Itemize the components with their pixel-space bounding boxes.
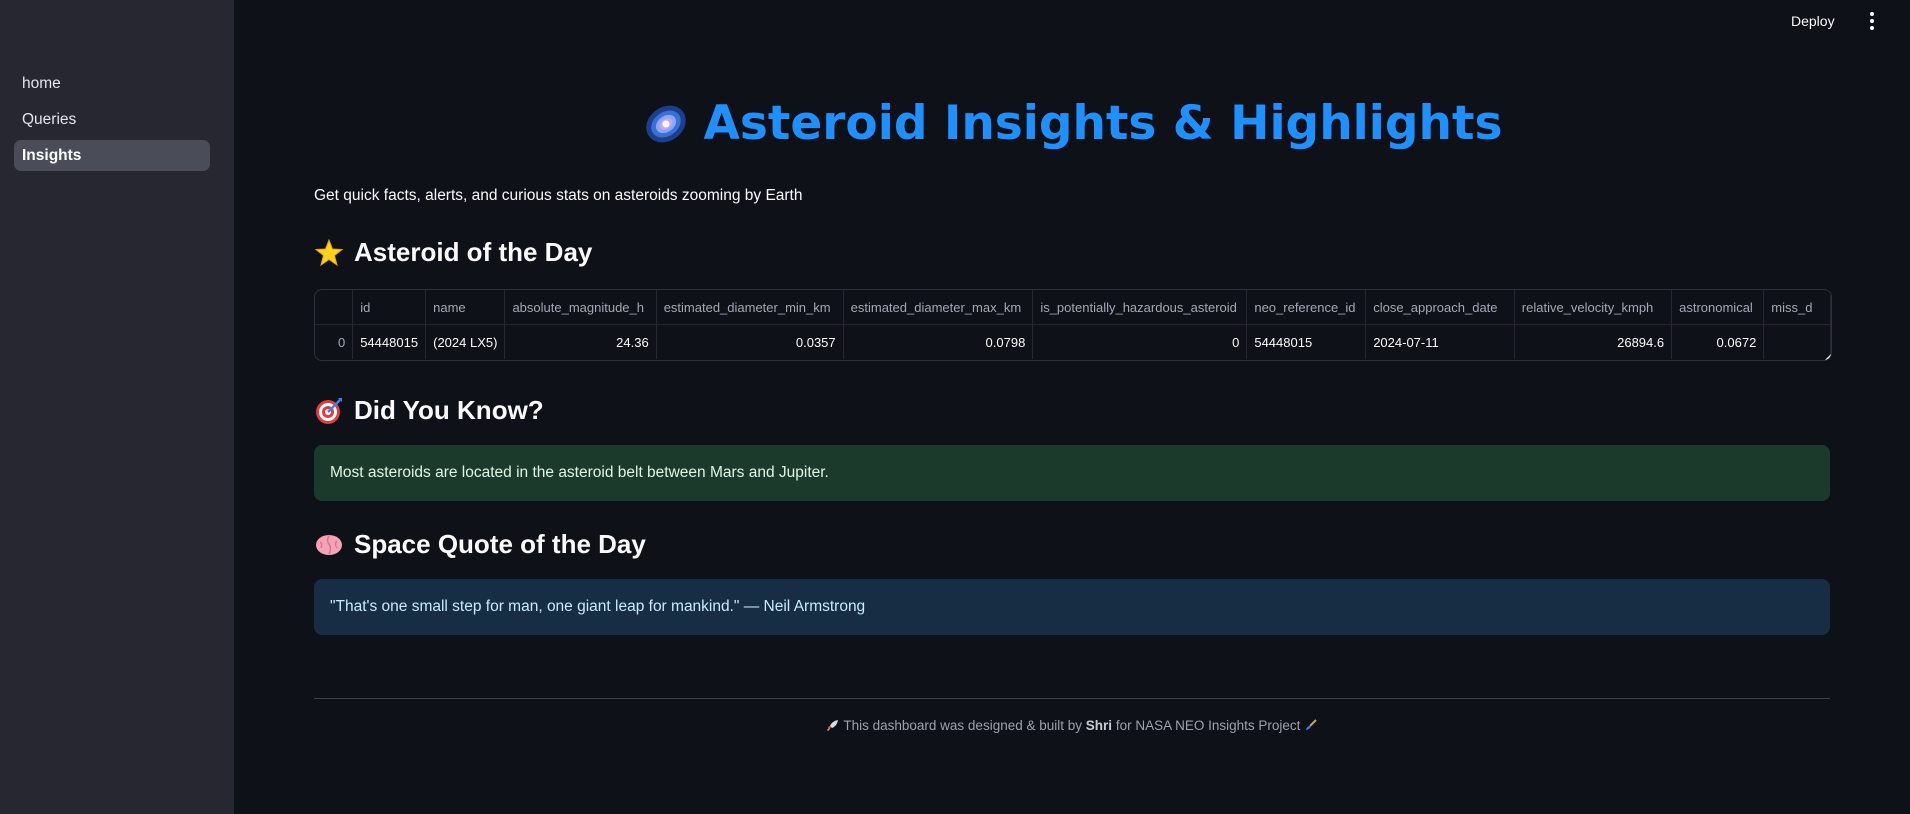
kebab-menu-icon[interactable] [1862,10,1882,32]
footer-divider [314,698,1830,699]
galaxy-icon [645,105,686,142]
quote-alert: "That's one small step for man, one gian… [314,579,1830,635]
fact-alert: Most asteroids are located in the astero… [314,445,1830,501]
table-cell[interactable]: 0.0357 [656,324,844,359]
sidebar-item-home[interactable]: home [14,68,210,99]
section-heading-space-quote: Space Quote of the Day [314,529,646,560]
table-cell[interactable]: 2024-07-11 [1365,324,1515,359]
footer: This dashboard was designed & built by S… [314,718,1830,733]
table-cell[interactable]: 54448015 [1246,324,1367,359]
column-header[interactable]: name [425,290,506,325]
quote-text: "That's one small step for man, one gian… [330,598,866,615]
table-cell[interactable]: 54448015 [352,324,427,359]
table-cell[interactable] [1763,324,1831,359]
section-heading-text: Asteroid of the Day [354,237,593,267]
table-cell[interactable]: 26894.6 [1514,324,1673,359]
column-header[interactable] [315,290,354,325]
table-cell[interactable]: 0.0798 [843,324,1034,359]
column-header[interactable]: neo_reference_id [1246,290,1367,325]
target-icon [316,397,342,424]
column-header[interactable]: is_potentially_hazardous_asteroid [1032,290,1248,325]
column-header[interactable]: relative_velocity_kmph [1514,290,1673,325]
rocket-icon [826,720,838,732]
asteroid-dataframe[interactable]: id name absolute_magnitude_h estimated_d… [314,289,1832,361]
sidebar: home Queries Insights [0,0,234,814]
deploy-button[interactable]: Deploy [1787,11,1839,31]
table-cell[interactable]: 0.0672 [1671,324,1765,359]
table-row: 0 54448015 (2024 LX5) 24.36 0.0357 0.079… [315,324,1831,359]
footer-prefix: This dashboard was designed & built by [843,718,1083,733]
section-heading-text: Space Quote of the Day [354,529,646,559]
footer-suffix: for NASA NEO Insights Project [1115,718,1301,733]
table-cell[interactable]: (2024 LX5) [425,324,506,359]
section-heading-asteroid-of-day: Asteroid of the Day [314,237,592,268]
footer-author: Shri [1085,718,1113,733]
section-heading-text: Did You Know? [354,395,544,425]
page-subtitle: Get quick facts, alerts, and curious sta… [314,187,803,204]
sidebar-nav: home Queries Insights [14,68,210,176]
table-cell[interactable]: 24.36 [504,324,657,359]
table-header-row: id name absolute_magnitude_h estimated_d… [315,290,1831,325]
column-header[interactable]: astronomical [1671,290,1765,325]
star-icon [314,238,344,266]
table-cell[interactable]: 0 [1032,324,1248,359]
fact-text: Most asteroids are located in the astero… [330,464,829,481]
sidebar-item-queries[interactable]: Queries [14,104,210,135]
column-header[interactable]: miss_d [1763,290,1831,325]
brain-icon [316,534,342,555]
column-header[interactable]: id [352,290,427,325]
column-header[interactable]: absolute_magnitude_h [504,290,657,325]
page-title: Asteroid Insights & Highlights [703,96,1503,151]
column-header[interactable]: estimated_diameter_max_km [843,290,1034,325]
page-header: Asteroid Insights & Highlights [314,96,1830,151]
data-table: id name absolute_magnitude_h estimated_d… [315,290,1831,359]
paintbrush-icon [1306,719,1317,730]
row-index: 0 [315,324,354,359]
sidebar-item-insights[interactable]: Insights [14,140,210,171]
column-header[interactable]: close_approach_date [1365,290,1515,325]
section-heading-did-you-know: Did You Know? [314,395,544,426]
resize-handle[interactable] [1825,354,1831,360]
column-header[interactable]: estimated_diameter_min_km [656,290,844,325]
